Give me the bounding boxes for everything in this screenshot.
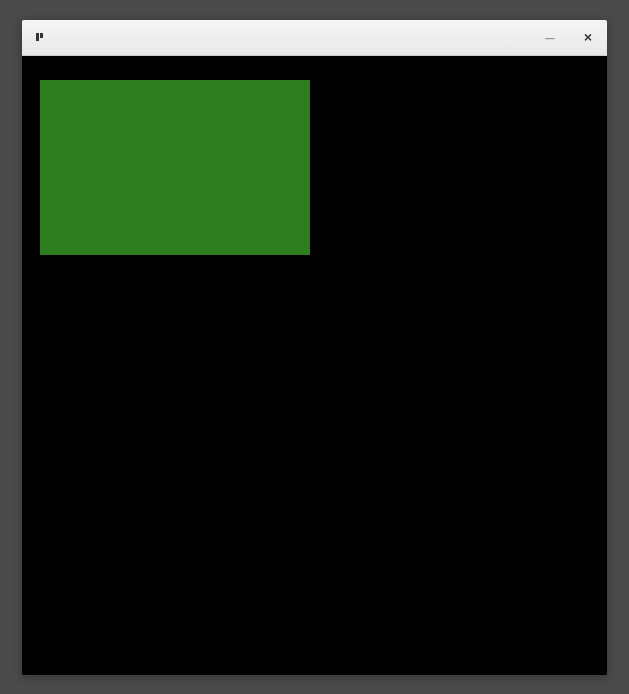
minimize-button[interactable]: _ [543,30,557,44]
titlebar-left [34,31,52,43]
canvas-area [22,56,607,675]
titlebar-right: _ × [543,30,595,44]
app-icon [34,31,46,43]
close-button[interactable]: × [581,30,595,44]
green-rectangle [40,80,310,255]
window-titlebar[interactable]: _ × [22,20,607,56]
application-window: _ × [22,20,607,675]
